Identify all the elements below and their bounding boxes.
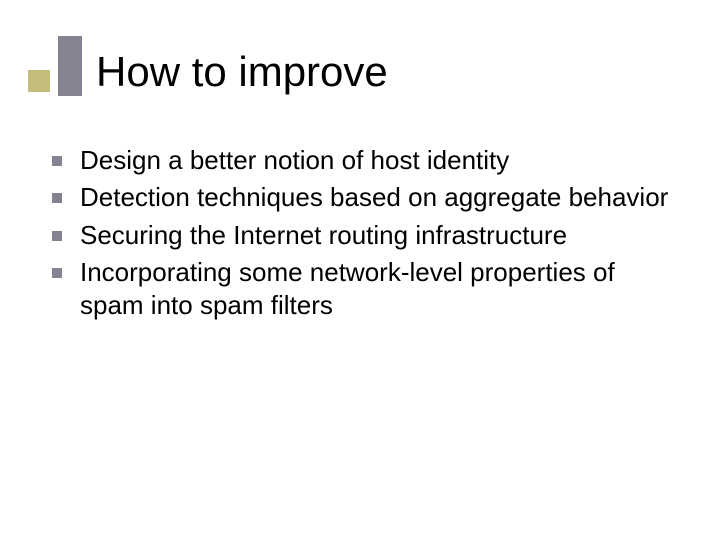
slide: How to improve Design a better notion of… bbox=[0, 0, 720, 540]
bullet-icon bbox=[52, 156, 62, 166]
content-area: Design a better notion of host identity … bbox=[52, 144, 676, 326]
list-item: Design a better notion of host identity bbox=[52, 144, 676, 177]
list-item: Incorporating some network-level propert… bbox=[52, 256, 676, 323]
slide-title: How to improve bbox=[96, 48, 388, 96]
list-item: Securing the Internet routing infrastruc… bbox=[52, 219, 676, 252]
bullet-text: Securing the Internet routing infrastruc… bbox=[80, 219, 567, 252]
list-item: Detection techniques based on aggregate … bbox=[52, 181, 676, 214]
bullet-icon bbox=[52, 193, 62, 203]
title-bar: How to improve bbox=[28, 36, 388, 96]
decorative-square bbox=[28, 70, 50, 92]
bullet-icon bbox=[52, 231, 62, 241]
bullet-text: Detection techniques based on aggregate … bbox=[80, 181, 668, 214]
bullet-text: Incorporating some network-level propert… bbox=[80, 256, 676, 323]
bullet-icon bbox=[52, 268, 62, 278]
decorative-bar bbox=[58, 36, 82, 96]
bullet-text: Design a better notion of host identity bbox=[80, 144, 509, 177]
